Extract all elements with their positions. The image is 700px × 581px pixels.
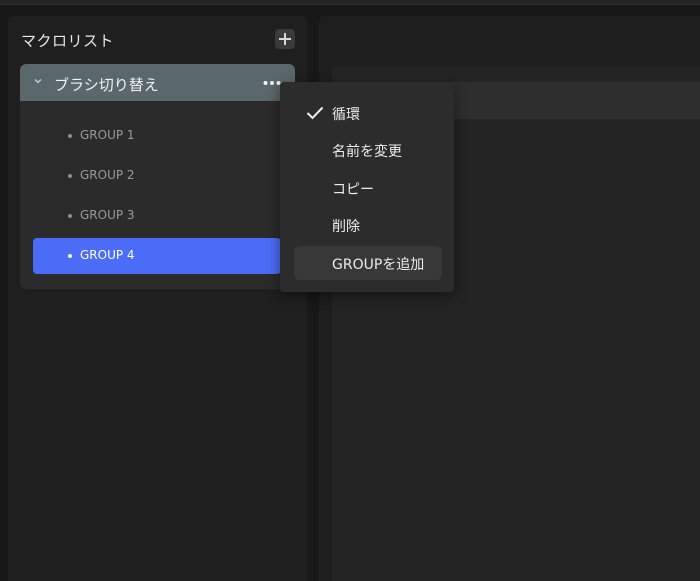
group-item[interactable]: GROUP 2	[33, 158, 281, 194]
macro-list-panel: マクロリスト ブラシ切り替え GROUP 1 GROUP 2 GROUP 3 G…	[8, 16, 307, 581]
menu-item-rename[interactable]: 名前を変更	[294, 133, 442, 167]
group-label: GROUP 4	[80, 248, 135, 262]
chevron-down-icon[interactable]	[33, 76, 43, 86]
menu-item-label: コピー	[332, 182, 374, 198]
menu-item-label: GROUPを追加	[332, 257, 425, 273]
menu-item-label: 名前を変更	[332, 144, 402, 160]
group-label: GROUP 2	[80, 168, 135, 182]
macro-card: ブラシ切り替え GROUP 1 GROUP 2 GROUP 3 GROUP 4	[20, 64, 295, 289]
top-bar	[0, 0, 700, 5]
check-icon	[306, 106, 324, 120]
bullet-icon	[68, 134, 72, 138]
menu-item-add-group[interactable]: GROUPを追加	[294, 246, 442, 280]
bullet-icon	[68, 254, 72, 258]
add-macro-button[interactable]	[275, 29, 295, 49]
bullet-icon	[68, 214, 72, 218]
menu-item-label: 循環	[332, 107, 360, 123]
macro-name: ブラシ切り替え	[54, 76, 159, 94]
menu-item-delete[interactable]: 削除	[294, 208, 442, 242]
group-item[interactable]: GROUP 3	[33, 198, 281, 234]
group-item[interactable]: GROUP 1	[33, 118, 281, 154]
bullet-icon	[68, 174, 72, 178]
menu-item-copy[interactable]: コピー	[294, 171, 442, 205]
group-item-selected[interactable]: GROUP 4	[33, 238, 281, 274]
context-menu: 循環 名前を変更 コピー 削除 GROUPを追加	[280, 82, 454, 292]
panel-title: マクロリスト	[21, 32, 115, 50]
group-label: GROUP 1	[80, 128, 135, 142]
menu-item-cycle[interactable]: 循環	[294, 96, 442, 130]
macro-header[interactable]: ブラシ切り替え	[20, 64, 295, 101]
menu-item-label: 削除	[332, 219, 360, 235]
group-label: GROUP 3	[80, 208, 135, 222]
